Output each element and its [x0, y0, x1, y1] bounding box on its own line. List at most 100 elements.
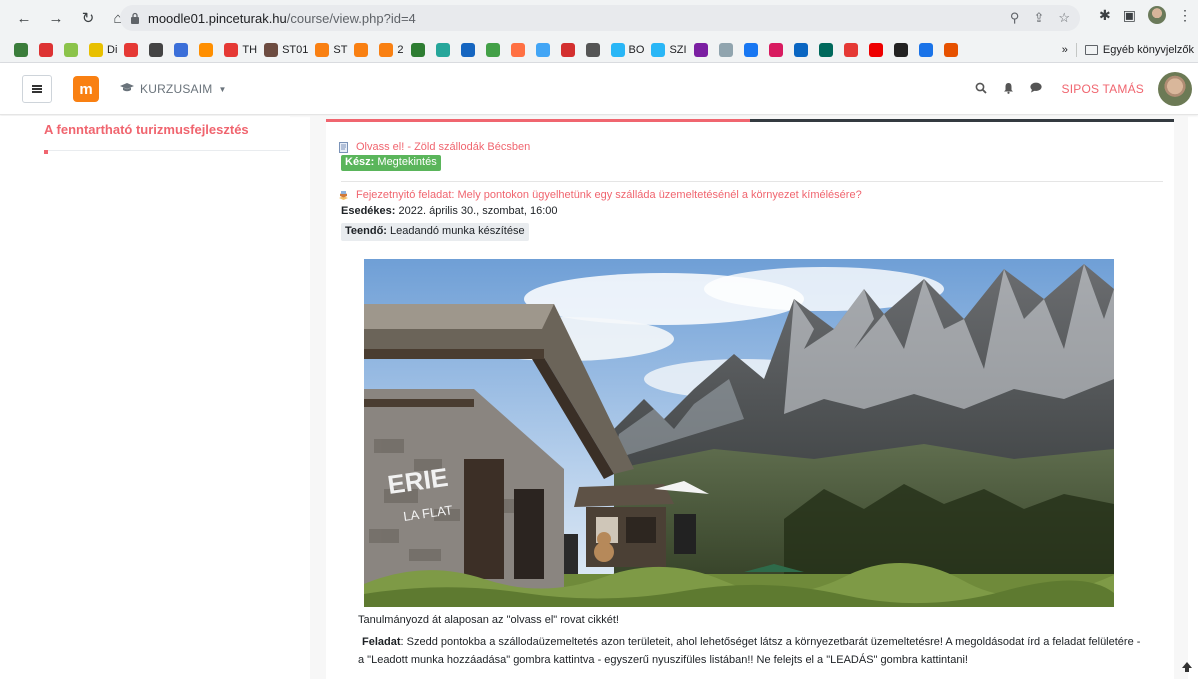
sidepanel-icon[interactable]: ▣ — [1123, 7, 1136, 24]
mountain-hut-image: ERIE LA FLAT — [364, 259, 1114, 607]
bookmark-item[interactable]: 2 — [379, 40, 404, 60]
bookmark-favicon-icon — [379, 42, 394, 57]
course-divider — [44, 150, 290, 151]
bookmark-item[interactable] — [354, 40, 372, 60]
extensions-icon[interactable]: ✱ — [1099, 7, 1111, 24]
activity-link-reading-label: Olvass el! - Zöld szállodák Bécsben — [356, 141, 531, 153]
url-host: moodle01.pinceturak.hu — [148, 10, 287, 26]
task-paragraph-line1: Feladat: Szedd pontokba a szállodaüzemel… — [362, 633, 1140, 651]
profile-avatar[interactable] — [1148, 6, 1166, 24]
bookmark-item[interactable] — [560, 40, 579, 60]
bookmark-item[interactable] — [943, 40, 962, 60]
completion-label: Kész: — [345, 156, 375, 168]
course-title[interactable]: A fenntartható turizmusfejlesztés — [44, 122, 249, 137]
other-bookmarks[interactable]: Egyéb könyvjelzők — [1103, 44, 1194, 56]
bookmark-favicon-icon — [943, 42, 958, 57]
star-icon[interactable]: ☆ — [1058, 10, 1070, 26]
bookmark-item[interactable] — [818, 40, 837, 60]
bookmark-item[interactable] — [535, 40, 554, 60]
bookmark-item[interactable] — [510, 40, 529, 60]
bookmark-favicon-icon — [718, 42, 733, 57]
bookmark-label: ST — [333, 43, 348, 56]
bookmark-favicon-icon — [535, 42, 550, 57]
bookmark-item[interactable] — [585, 40, 604, 60]
header-right: SIPOS TAMÁS — [975, 63, 1198, 115]
activity-link-assignment[interactable]: Fejezetnyitó feladat: Mely pontokon ügye… — [338, 189, 862, 201]
activity-link-assignment-label: Fejezetnyitó feladat: Mely pontokon ügye… — [356, 189, 862, 201]
bookmark-label: BO — [628, 43, 645, 56]
task-label: Feladat — [362, 636, 401, 648]
bookmark-favicon-icon — [174, 42, 189, 57]
bookmark-item[interactable] — [893, 40, 912, 60]
bookmark-item[interactable]: Di — [89, 40, 117, 60]
bookmark-item[interactable] — [743, 40, 762, 60]
bookmarks-bar: Di TH ST01 ST 2 BO SZI — [0, 36, 1198, 63]
chat-icon[interactable] — [1029, 82, 1042, 96]
bookmark-item[interactable] — [174, 40, 192, 60]
bookmark-item[interactable] — [460, 40, 479, 60]
bookmark-favicon-icon — [124, 42, 139, 57]
completion-value: Megtekintés — [377, 156, 437, 168]
bookmark-label: ST01 — [282, 43, 309, 56]
kebab-menu-icon[interactable]: ⋮ — [1178, 7, 1192, 24]
bookmark-item[interactable] — [410, 40, 429, 60]
due-value: 2022. április 30., szombat, 16:00 — [398, 205, 558, 217]
activity-link-reading[interactable]: Olvass el! - Zöld szállodák Bécsben — [338, 141, 530, 153]
bookmark-item[interactable] — [693, 40, 712, 60]
bookmarks-overflow-button[interactable]: » — [1062, 44, 1068, 56]
scroll-to-top-icon[interactable] — [1181, 661, 1193, 673]
share-icon[interactable]: ⇪ — [1033, 10, 1044, 26]
bookmark-favicon-icon — [354, 42, 369, 57]
bookmark-item[interactable] — [435, 40, 454, 60]
bookmark-item[interactable] — [718, 40, 737, 60]
bookmark-favicon-icon — [768, 42, 783, 57]
bookmark-favicon-icon — [64, 42, 78, 57]
completion-badge: Kész: Megtekintés — [341, 155, 441, 171]
reload-icon[interactable]: ↻ — [76, 6, 100, 30]
bookmark-item[interactable] — [918, 40, 937, 60]
address-bar[interactable]: moodle01.pinceturak.hu/course/view.php?i… — [120, 5, 1080, 31]
course-drawer — [0, 116, 290, 679]
progress-bar-rest — [750, 119, 1174, 122]
graduation-cap-icon — [120, 82, 134, 96]
bookmark-item[interactable] — [868, 40, 887, 60]
bookmark-item[interactable] — [149, 40, 167, 60]
bookmark-item[interactable]: ST — [315, 40, 347, 60]
bookmark-item[interactable] — [199, 40, 217, 60]
bookmark-item[interactable]: SZI — [651, 40, 687, 60]
zoom-icon[interactable]: ⚲ — [1010, 10, 1020, 26]
bookmark-favicon-icon — [918, 42, 933, 57]
user-name[interactable]: SIPOS TAMÁS — [1062, 82, 1144, 96]
drawer-toggle-button[interactable] — [22, 75, 52, 103]
bookmark-item[interactable] — [124, 40, 142, 60]
bookmark-favicon-icon — [843, 42, 858, 57]
bookmark-item[interactable] — [14, 40, 32, 60]
bookmark-favicon-icon — [693, 42, 708, 57]
bookmark-item[interactable]: TH — [224, 40, 257, 60]
bookmark-label: TH — [242, 43, 258, 56]
task-paragraph-line2: a "Leadott munka hozzáadása" gombra katt… — [358, 654, 968, 666]
user-avatar[interactable] — [1158, 72, 1192, 106]
bookmark-favicon-icon — [485, 42, 500, 57]
extensions-area: ✱ ▣ ⋮ — [1099, 6, 1192, 24]
bookmark-favicon-icon — [610, 42, 625, 57]
forward-icon[interactable]: → — [44, 6, 68, 30]
back-icon[interactable]: ← — [12, 6, 36, 30]
task-line1: : Szedd pontokba a szállodaüzemeltetés a… — [400, 636, 1141, 648]
my-courses-menu[interactable]: KURZUSAIM ▼ — [120, 82, 227, 96]
bookmark-item[interactable]: ST01 — [264, 40, 308, 60]
bell-icon[interactable] — [1003, 82, 1014, 97]
bookmark-item[interactable] — [39, 40, 57, 60]
bookmark-item[interactable] — [793, 40, 812, 60]
hamburger-icon — [32, 88, 42, 90]
moodle-logo[interactable]: m — [73, 76, 99, 102]
bookmark-item[interactable] — [64, 40, 82, 60]
bookmark-item[interactable] — [843, 40, 862, 60]
bookmark-item[interactable] — [485, 40, 504, 60]
bookmark-favicon-icon — [199, 42, 214, 57]
bookmark-item[interactable]: BO — [610, 40, 645, 60]
bookmark-item[interactable] — [768, 40, 787, 60]
progress-bar-active — [326, 119, 750, 122]
my-courses-label: KURZUSAIM — [140, 82, 213, 96]
search-icon[interactable] — [975, 82, 987, 97]
